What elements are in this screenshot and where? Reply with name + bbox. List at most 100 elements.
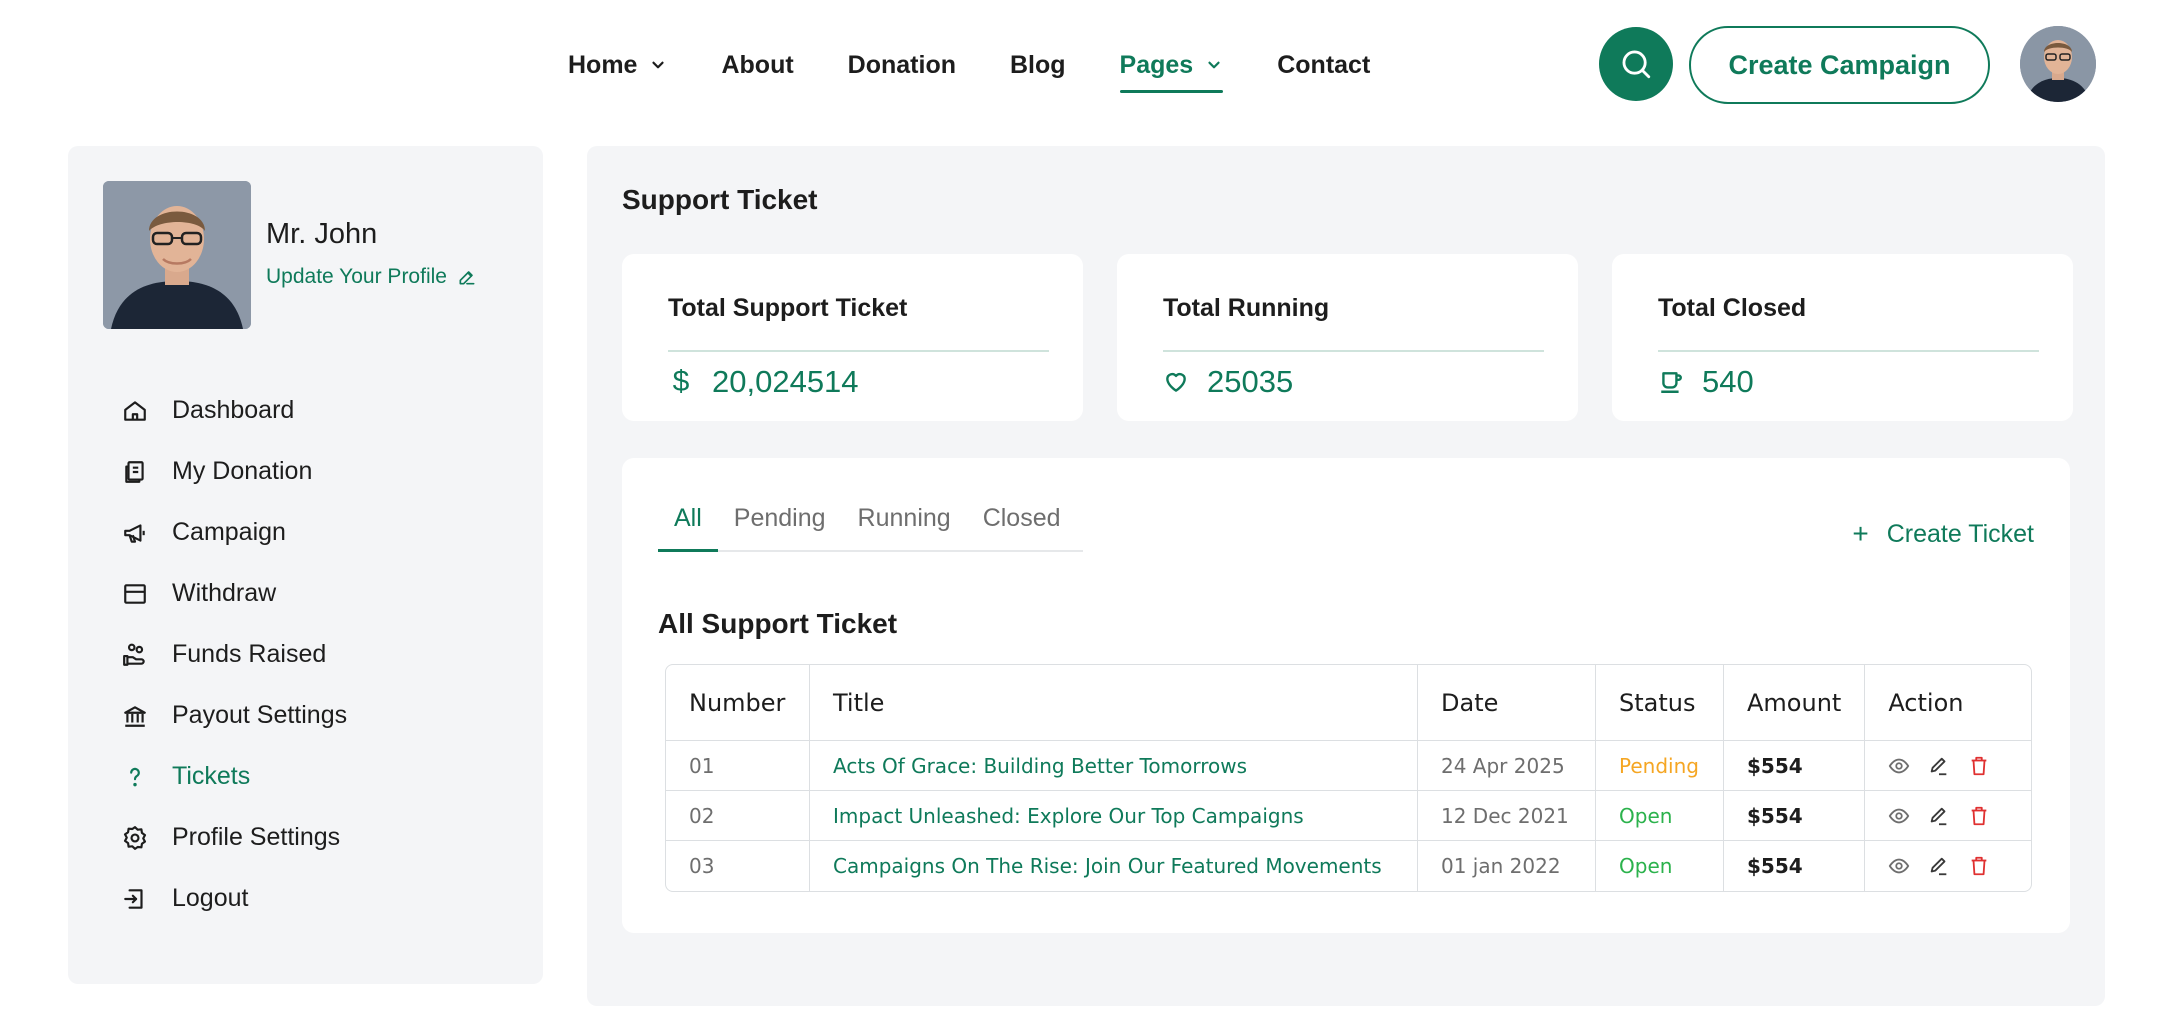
- create-ticket-label: Create Ticket: [1886, 519, 2034, 548]
- sidebar-item-profile-settings[interactable]: Profile Settings: [118, 807, 347, 868]
- sidebar-item-label: Campaign: [172, 518, 286, 546]
- home-icon: [118, 394, 152, 428]
- tab-running[interactable]: Running: [842, 504, 967, 550]
- sidebar-item-label: Tickets: [172, 762, 251, 790]
- tab-closed[interactable]: Closed: [967, 504, 1077, 550]
- nav-item-pages[interactable]: Pages: [1119, 43, 1224, 93]
- stat-card-total-support-ticket: Total Support Ticket $ 20,024514: [622, 254, 1083, 421]
- settings-icon: [118, 821, 152, 855]
- cell-number: 01: [666, 741, 810, 791]
- profile-card: Mr. John Update Your Profile: [103, 181, 477, 329]
- question-icon: [118, 760, 152, 794]
- update-profile-label: Update Your Profile: [266, 265, 447, 288]
- wallet-icon: [118, 577, 152, 611]
- cell-date: 01 jan 2022: [1418, 841, 1596, 891]
- nav-item-label: Blog: [1010, 50, 1066, 79]
- cell-actions: [1865, 791, 2032, 841]
- nav-item-donation[interactable]: Donation: [848, 43, 956, 87]
- ticket-tabs: All Pending Running Closed: [658, 504, 1083, 552]
- column-header-number: Number: [666, 665, 810, 741]
- cell-title-link[interactable]: Impact Unleashed: Explore Our Top Campai…: [810, 791, 1418, 841]
- sidebar-item-funds-raised[interactable]: Funds Raised: [118, 624, 347, 685]
- stat-value: 20,024514: [712, 364, 859, 399]
- pencil-icon: [459, 271, 475, 285]
- create-ticket-button[interactable]: + Create Ticket: [1852, 518, 2034, 550]
- sidebar-item-payout-settings[interactable]: Payout Settings: [118, 685, 347, 746]
- table-row: 01 Acts Of Grace: Building Better Tomorr…: [666, 741, 2032, 791]
- hand-coins-icon: [118, 638, 152, 672]
- stat-card-total-running: Total Running 25035: [1117, 254, 1578, 421]
- main-content: Support Ticket Total Support Ticket $ 20…: [587, 146, 2105, 1006]
- table-header-row: Number Title Date Status Amount Action: [666, 665, 2032, 741]
- sidebar-item-tickets[interactable]: Tickets: [118, 746, 347, 807]
- cell-amount: $554: [1724, 841, 1866, 891]
- user-avatar[interactable]: [2020, 26, 2096, 102]
- plus-icon: +: [1852, 518, 1869, 549]
- tab-pending[interactable]: Pending: [718, 504, 842, 550]
- chevron-down-icon: [1208, 61, 1220, 69]
- column-header-status: Status: [1596, 665, 1724, 741]
- create-campaign-button[interactable]: Create Campaign: [1689, 26, 1990, 104]
- view-icon[interactable]: [1888, 855, 1910, 877]
- sidebar-item-withdraw[interactable]: Withdraw: [118, 563, 347, 624]
- megaphone-icon: [118, 516, 152, 550]
- cell-status: Pending: [1596, 741, 1724, 791]
- nav-item-contact[interactable]: Contact: [1277, 43, 1370, 87]
- tab-all[interactable]: All: [658, 504, 718, 552]
- stat-divider: [1658, 350, 2039, 352]
- column-header-date: Date: [1418, 665, 1596, 741]
- stat-value: 25035: [1207, 364, 1294, 399]
- tickets-table: Number Title Date Status Amount Action 0…: [665, 664, 2033, 892]
- page-title: Support Ticket: [622, 184, 818, 215]
- stat-value-row: 540: [1658, 364, 1754, 400]
- sidebar-item-label: Dashboard: [172, 396, 295, 424]
- stat-divider: [668, 350, 1049, 352]
- nav-item-label: Pages: [1119, 50, 1194, 79]
- delete-icon[interactable]: [1968, 855, 1990, 877]
- update-profile-link[interactable]: Update Your Profile: [266, 265, 477, 289]
- top-navigation: Home About Donation Blog Pages Contact C…: [0, 0, 2170, 130]
- sidebar-item-label: Logout: [172, 884, 249, 912]
- stat-value-row: 25035: [1163, 364, 1293, 400]
- delete-icon[interactable]: [1968, 805, 1990, 827]
- sidebar-item-dashboard[interactable]: Dashboard: [118, 380, 347, 441]
- search-button[interactable]: [1599, 27, 1673, 101]
- stat-label: Total Running: [1163, 294, 1330, 322]
- edit-icon[interactable]: [1928, 805, 1950, 827]
- heart-icon: [1163, 369, 1189, 395]
- sidebar-item-campaign[interactable]: Campaign: [118, 502, 347, 563]
- nav-item-blog[interactable]: Blog: [1010, 43, 1066, 87]
- table-row: 02 Impact Unleashed: Explore Our Top Cam…: [666, 791, 2032, 841]
- table-title: All Support Ticket: [658, 608, 898, 639]
- avatar-portrait-image: [2020, 26, 2096, 102]
- stat-value-row: $ 20,024514: [668, 364, 859, 400]
- edit-icon[interactable]: [1928, 855, 1950, 877]
- sidebar-item-label: Profile Settings: [172, 823, 341, 851]
- cell-title-link[interactable]: Acts Of Grace: Building Better Tomorrows: [810, 741, 1418, 791]
- sidebar-item-my-donation[interactable]: My Donation: [118, 441, 347, 502]
- stat-label: Total Support Ticket: [668, 294, 908, 322]
- nav-item-label: Donation: [847, 50, 956, 79]
- donation-icon: [118, 455, 152, 489]
- cell-amount: $554: [1724, 741, 1866, 791]
- sidebar: Mr. John Update Your Profile Dashboard M…: [68, 146, 543, 984]
- cell-status: Open: [1596, 841, 1724, 891]
- bank-icon: [118, 699, 152, 733]
- view-icon[interactable]: [1888, 805, 1910, 827]
- search-icon: [1622, 50, 1651, 79]
- chevron-down-icon: [652, 61, 665, 69]
- edit-icon[interactable]: [1928, 755, 1950, 777]
- nav-item-about[interactable]: About: [721, 43, 793, 87]
- sidebar-item-label: Funds Raised: [172, 640, 327, 668]
- cell-title-link[interactable]: Campaigns On The Rise: Join Our Featured…: [810, 841, 1418, 891]
- cell-actions: [1865, 741, 2032, 791]
- cell-number: 02: [666, 791, 810, 841]
- nav-item-home[interactable]: Home: [568, 43, 667, 87]
- sidebar-item-label: My Donation: [172, 457, 313, 485]
- column-header-amount: Amount: [1724, 665, 1866, 741]
- delete-icon[interactable]: [1968, 755, 1990, 777]
- table-row: 03 Campaigns On The Rise: Join Our Featu…: [666, 841, 2031, 891]
- view-icon[interactable]: [1888, 755, 1910, 777]
- sidebar-item-logout[interactable]: Logout: [118, 868, 347, 929]
- sidebar-item-label: Payout Settings: [172, 701, 348, 729]
